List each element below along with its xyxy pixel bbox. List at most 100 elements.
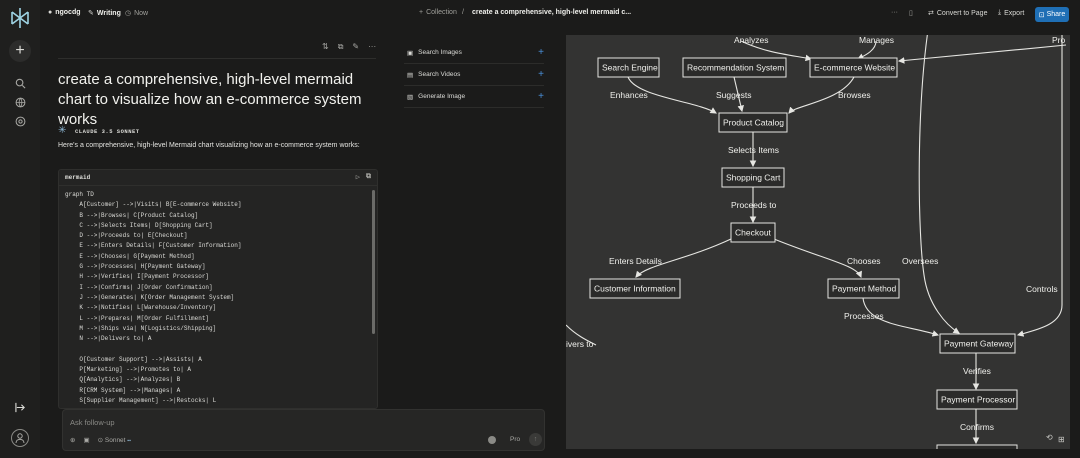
- node-payment-method[interactable]: Payment Method: [827, 278, 900, 299]
- code-line: Q[Analytics] -->|Analyzes| B: [65, 376, 181, 384]
- breadcrumb-title[interactable]: create a comprehensive, high-level merma…: [472, 9, 631, 16]
- convert-icon: ⇄: [928, 10, 934, 17]
- code-scrollbar[interactable]: [372, 190, 375, 334]
- node-label: Search Engine: [602, 63, 658, 73]
- node-label: Checkout: [735, 228, 772, 238]
- generate-image-action[interactable]: ▧ Generate Image +: [404, 86, 544, 108]
- share-label: Share: [1046, 11, 1066, 18]
- mermaid-diagram[interactable]: Analyzes Manages Pro Enhances Suggests B…: [566, 35, 1070, 449]
- message-toolbar: ⇅ ⧉ ✎ ···: [322, 42, 376, 52]
- code-line: J -->|Generates| K[Order Management Syst…: [65, 293, 235, 301]
- image-icon: ▣: [407, 49, 414, 57]
- reset-view-icon[interactable]: ⟲: [1046, 433, 1053, 442]
- followup-controls: ⊕ ▣ ⊙ Sonnet ▪▪: [70, 436, 131, 444]
- search-images-action[interactable]: ▣ Search Images +: [404, 42, 544, 64]
- video-icon: ▤: [407, 71, 414, 79]
- chat-panel: ⇅ ⧉ ✎ ··· create a comprehensive, high-l…: [40, 30, 562, 458]
- diagram-svg: Analyzes Manages Pro Enhances Suggests B…: [566, 35, 1067, 449]
- edge-label-chooses: Chooses: [847, 256, 881, 266]
- breadcrumb-collection[interactable]: + Collection: [419, 9, 457, 16]
- edge-label-oversees: Oversees: [902, 256, 938, 266]
- code-line: A[Customer] -->|Visits| B[E-commerce Web…: [65, 201, 242, 209]
- code-line: I -->|Confirms| J[Order Confirmation]: [65, 283, 213, 291]
- run-icon[interactable]: ▷: [356, 173, 360, 182]
- node-shopping-cart[interactable]: Shopping Cart: [721, 167, 785, 188]
- copy-icon[interactable]: ⧉: [338, 42, 344, 52]
- share-arrows-icon[interactable]: ⇅: [322, 42, 329, 52]
- edge-label-proceeds-to: Proceeds to: [731, 200, 777, 210]
- node-label: Payment Gateway: [944, 339, 1014, 349]
- edge-label-browses: Browses: [838, 90, 871, 100]
- node-label: Recommendation System: [687, 63, 784, 73]
- edge-label-processes: Processes: [844, 311, 884, 321]
- breadcrumb-separator: /: [462, 9, 464, 16]
- user-icon: ●: [48, 9, 53, 16]
- code-line: C -->|Selects Items| D[Shopping Cart]: [65, 221, 213, 229]
- send-button[interactable]: ↑: [529, 433, 542, 446]
- more-icon[interactable]: ···: [368, 42, 376, 52]
- more-options-icon[interactable]: ···: [891, 9, 898, 16]
- model-selector[interactable]: ⊙ Sonnet ▪▪: [98, 436, 131, 444]
- export-button[interactable]: ⤓ Export: [998, 9, 1024, 17]
- edge-label-controls: Controls: [1026, 284, 1058, 294]
- node-partial-bottom: [936, 444, 1018, 449]
- node-ecommerce-website[interactable]: E-commerce Website: [809, 57, 898, 78]
- plus-icon: +: [419, 9, 424, 16]
- model-badge: ▪▪: [127, 438, 131, 444]
- node-recommendation-system[interactable]: Recommendation System: [682, 57, 787, 78]
- node-checkout[interactable]: Checkout: [730, 222, 776, 243]
- model-name: CLAUDE 3.5 SONNET: [75, 127, 140, 135]
- edge-oversees: [918, 35, 960, 334]
- code-line: E -->|Enters Details| F[Customer Informa…: [65, 242, 242, 250]
- new-thread-button[interactable]: +: [9, 40, 31, 62]
- spaces-icon[interactable]: [9, 110, 31, 132]
- code-line: E -->|Chooses| G[Payment Method]: [65, 252, 195, 260]
- avatar[interactable]: [11, 429, 29, 447]
- add-icon[interactable]: +: [538, 47, 544, 58]
- action-label: Generate Image: [418, 93, 466, 100]
- pro-toggle[interactable]: [488, 436, 496, 444]
- left-rail: +: [0, 0, 40, 458]
- divider: [58, 58, 376, 59]
- copy-code-icon[interactable]: ⧉: [366, 173, 371, 182]
- node-payment-processor[interactable]: Payment Processor: [936, 389, 1018, 410]
- followup-box: Ask follow-up ⊕ ▣ ⊙ Sonnet ▪▪ Pro ↑: [62, 409, 545, 451]
- actions-panel: ▣ Search Images + ▤ Search Videos + ▧ Ge…: [404, 42, 544, 108]
- bookmark-icon[interactable]: ▯: [909, 9, 913, 17]
- zoom-icon[interactable]: ⊞: [1058, 435, 1065, 444]
- convert-to-page-button[interactable]: ⇄ Convert to Page: [928, 9, 987, 18]
- pro-label: Pro: [510, 436, 521, 443]
- add-icon[interactable]: +: [538, 91, 544, 102]
- export-label: Export: [1004, 9, 1025, 17]
- node-label: Payment Method: [832, 284, 897, 294]
- search-videos-action[interactable]: ▤ Search Videos +: [404, 64, 544, 86]
- user-chip[interactable]: ● ngocdg: [48, 9, 81, 16]
- node-payment-gateway[interactable]: Payment Gateway: [939, 333, 1016, 354]
- edit-icon[interactable]: ✎: [352, 42, 359, 52]
- image-icon[interactable]: ▣: [83, 436, 89, 444]
- collapse-sidebar-icon[interactable]: [9, 396, 31, 418]
- sparkle-icon: ✳: [58, 125, 67, 136]
- app-logo-icon[interactable]: [8, 6, 32, 30]
- model-header: ✳ CLAUDE 3.5 SONNET: [58, 126, 140, 136]
- code-content: graph TD A[Customer] -->|Visits| B[E-com…: [59, 186, 377, 408]
- node-search-engine[interactable]: Search Engine: [597, 57, 660, 78]
- attach-icon[interactable]: ⊕: [70, 436, 75, 444]
- share-button[interactable]: ⊡ Share: [1035, 7, 1069, 22]
- username: ngocdg: [55, 9, 81, 16]
- node-customer-information[interactable]: Customer Information: [589, 278, 681, 299]
- node-label: Shopping Cart: [726, 173, 781, 183]
- code-line: L -->|Prepares| M[Order Fulfillment]: [65, 314, 210, 322]
- node-product-catalog[interactable]: Product Catalog: [718, 112, 788, 133]
- edge-label-pro: Pro: [1052, 35, 1066, 45]
- lock-icon: ⊡: [1038, 11, 1045, 19]
- code-line: graph TD: [65, 191, 94, 198]
- node-label: Customer Information: [594, 284, 676, 294]
- mode-chip[interactable]: ✎ Writing: [88, 9, 121, 18]
- followup-input[interactable]: Ask follow-up: [70, 418, 115, 427]
- generate-icon: ▧: [407, 93, 414, 101]
- add-icon[interactable]: +: [538, 69, 544, 80]
- code-line: N -->|Delivers to| A: [65, 335, 152, 343]
- edge-label-selects-items: Selects Items: [728, 145, 779, 155]
